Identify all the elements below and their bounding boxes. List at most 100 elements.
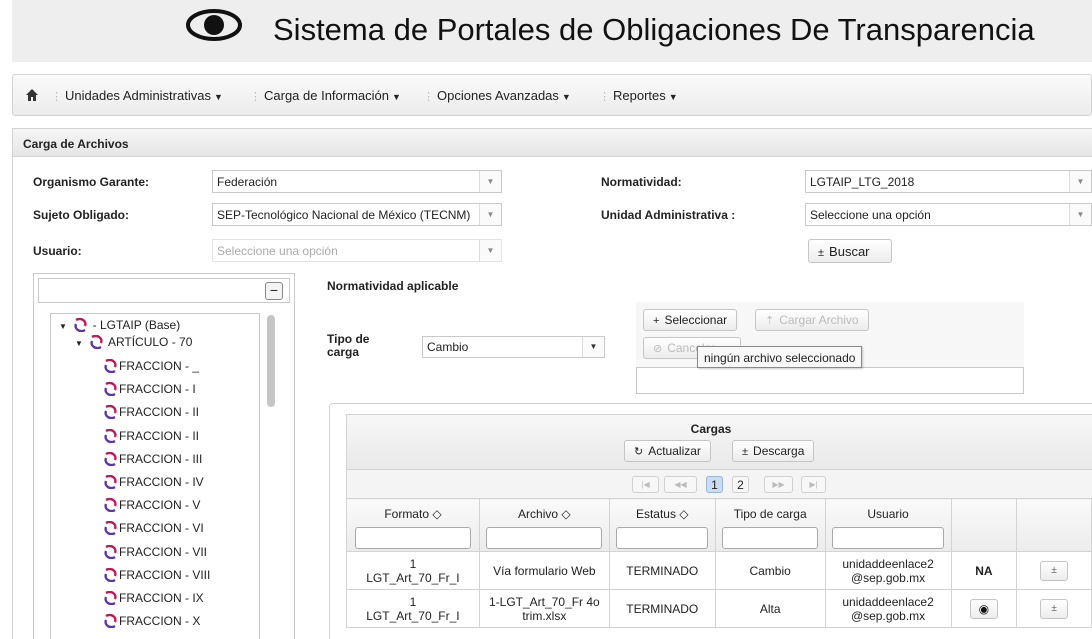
nav-opciones-avanzadas[interactable]: ⋮ Opciones Avanzadas ▼ [423,88,571,103]
tree-node-fraccion[interactable]: FRACCION - II [103,428,199,444]
tree-node-icon [104,358,117,374]
expand-icon: ▼ [75,339,83,348]
tree-node-icon [104,567,117,583]
tipo-filter-input[interactable] [722,527,819,549]
nav-unidades-administrativas[interactable]: ⋮ Unidades Administrativas ▼ [51,88,223,103]
page-1-button[interactable]: 1 [706,476,723,493]
collapse-icon[interactable]: − [265,282,283,300]
table-header-row: Formato ◇ Archivo ◇ Estatus ◇ Tipo de ca… [346,498,1092,552]
accion-cell: ◉ [950,589,1018,628]
descarga-cell: ± [1016,589,1092,628]
cargar-archivo-button[interactable]: ⇡ Cargar Archivo [755,309,869,331]
col-estatus[interactable]: Estatus ◇ [608,498,716,552]
next-page-button[interactable]: ▶▶ [764,476,793,493]
formato-filter-input[interactable] [354,527,471,549]
tree-node-fraccion[interactable]: FRACCION - I [103,381,196,397]
main-navbar: ⋮ Unidades Administrativas ▼ ⋮ Carga de Inf… [12,74,1092,116]
formato-cell: 1 LGT_Art_70_Fr_I [346,551,480,590]
nav-reportes[interactable]: ⋮ Reportes ▼ [599,88,678,103]
normatividad-label: Normatividad: [601,175,682,189]
usuario-filter-input[interactable] [832,527,945,549]
tree-node-fraccion[interactable]: FRACCION - VII [103,544,207,560]
seleccionar-button[interactable]: + Seleccionar [643,309,738,331]
cancel-icon: ⊘ [653,343,663,355]
tree-node-article[interactable]: ▼ ARTÍCULO - 70 [75,334,192,350]
usuario-select[interactable]: Seleccione una opción ▼ [212,239,502,262]
first-page-button[interactable]: |◀ [632,476,659,493]
normatividad-aplicable-label: Normatividad aplicable [327,279,459,293]
tree-node-icon [104,474,117,490]
eye-icon [186,9,242,41]
tree-node-fraccion[interactable]: FRACCION - III [103,451,202,467]
archivo-cell: 1-LGT_Art_70_Fr 4o trim.xlsx [478,589,610,628]
tree-node-icon [74,317,87,333]
download-icon: ± [742,446,749,458]
estatus-cell: TERMINADO [608,551,716,590]
view-icon[interactable]: ◉ [969,598,998,619]
dropdown-arrow-icon: ▼ [582,337,604,357]
tree-node-fraccion[interactable]: FRACCION - V [103,497,200,513]
prev-page-button[interactable]: ◀◀ [664,476,697,493]
sujeto-select[interactable]: SEP-Tecnológico Nacional de México (TECN… [212,203,502,226]
nav-carga-de-informacion[interactable]: ⋮ Carga de Información ▼ [250,88,401,103]
file-tooltip: ningún archivo seleccionado [697,346,863,368]
tree-node-icon [104,520,117,536]
caret-down-icon: ▼ [392,92,401,102]
tree-node-icon [104,404,117,420]
dropdown-arrow-icon: ▼ [1069,171,1091,192]
tree-node-icon [104,451,117,467]
download-icon: ± [818,247,825,259]
cargas-header: Cargas [346,414,1092,470]
table-row: 1 LGT_Art_70_Fr_I 1-LGT_Art_70_Fr 4o trim… [346,589,1092,628]
tree-node-fraccion[interactable]: FRACCION - IX [103,590,204,606]
archivo-filter-input[interactable] [486,527,603,549]
table-row: 1 LGT_Art_70_Fr_I Vía formulario Web TERM… [346,551,1092,590]
descarga-cell: ± [1016,551,1092,590]
tree-node-fraccion[interactable]: FRACCION - II [103,404,199,420]
tree-node-icon [104,497,117,513]
download-icon[interactable]: ± [1040,560,1069,581]
last-page-button[interactable]: ▶| [801,476,826,493]
formato-cell: 1 LGT_Art_70_Fr_I [346,589,480,628]
dropdown-arrow-icon: ▼ [1069,204,1091,225]
estatus-cell: TERMINADO [608,589,716,628]
tree-node-icon [104,544,117,560]
organismo-select[interactable]: Federación ▼ [212,170,502,193]
tree-node-root[interactable]: ▼ - LGTAIP (Base) [59,317,180,333]
upload-icon: ⇡ [765,315,775,327]
col-accion [950,498,1018,552]
tipo-cell: Alta [714,589,826,628]
tree-node-fraccion[interactable]: FRACCION - X [103,613,200,629]
tree-node-fraccion[interactable]: FRACCION - VIII [103,567,210,583]
tree-search-input[interactable] [38,278,290,303]
unidad-select[interactable]: Seleccione una opción ▼ [805,203,1092,226]
normatividad-select[interactable]: LGTAIP_LTG_2018 ▼ [805,170,1092,193]
cargas-title: Cargas [690,422,732,436]
expand-icon: ▼ [59,322,67,331]
col-archivo[interactable]: Archivo ◇ [478,498,610,552]
buscar-button[interactable]: ± Buscar [808,239,892,263]
tree-node-fraccion[interactable]: FRACCION - IV [103,474,204,490]
scrollbar-thumb[interactable] [267,315,275,407]
usuario-label: Usuario: [33,244,82,258]
dropdown-arrow-icon: ▼ [479,204,501,225]
tree-node-fraccion[interactable]: FRACCION - VI [103,520,204,536]
tipo-cell: Cambio [714,551,826,590]
col-descarga [1016,498,1092,552]
page-2-button[interactable]: 2 [732,476,749,493]
tree-node-fraccion[interactable]: FRACCION - _ [103,358,199,374]
tipo-carga-select[interactable]: Cambio ▼ [422,336,605,358]
col-usuario: Usuario [824,498,952,552]
home-icon[interactable] [25,88,39,102]
tipo-carga-label: Tipo de carga [327,332,370,359]
tree-scrollbar[interactable] [264,313,278,639]
caret-down-icon: ▼ [668,92,678,102]
descarga-button[interactable]: ± Descarga [732,440,815,462]
download-icon[interactable]: ± [1040,598,1069,619]
col-formato[interactable]: Formato ◇ [346,498,480,552]
estatus-filter-input[interactable] [616,527,709,549]
usuario-cell: unidaddeenlace2 @sep.gob.mx [824,551,952,590]
tree-node-icon [104,381,117,397]
actualizar-button[interactable]: ↻ Actualizar [624,440,711,462]
tree-node-icon [104,613,117,629]
